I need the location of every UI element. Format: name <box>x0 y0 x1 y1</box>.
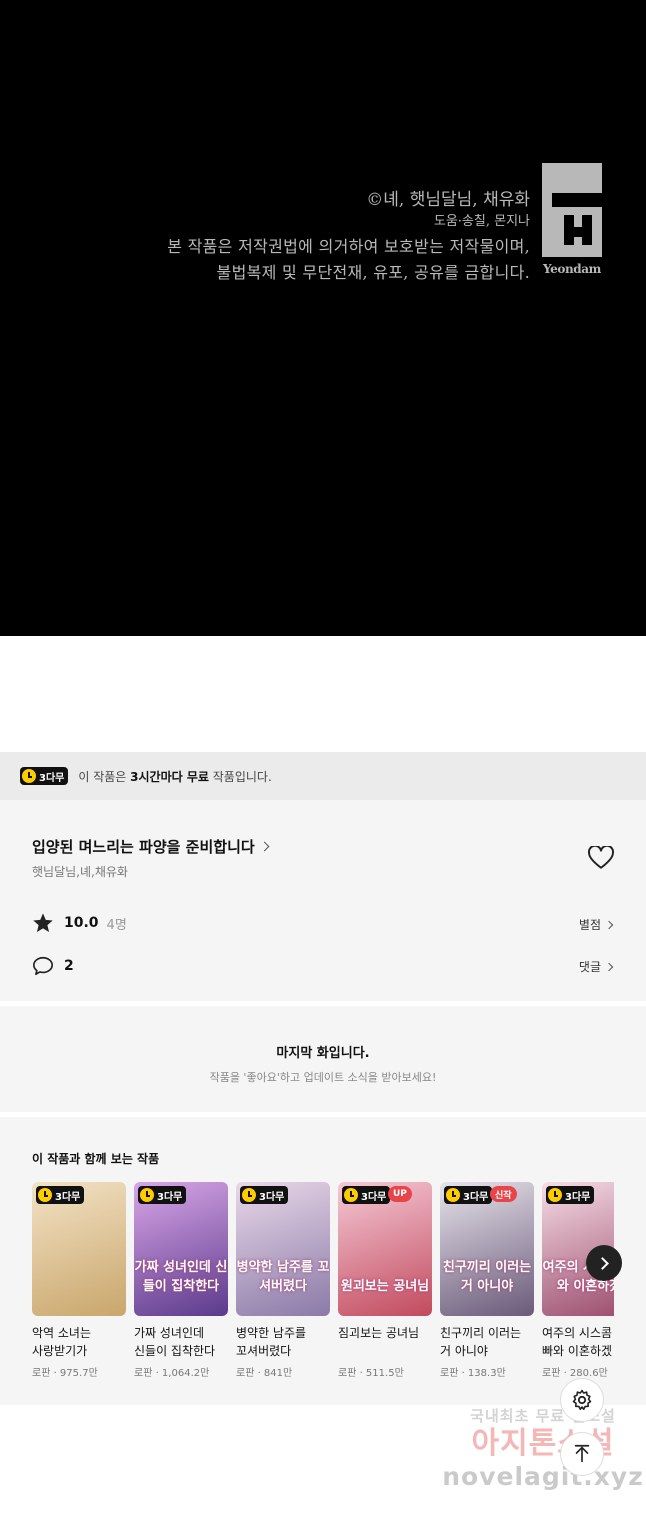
comment-icon <box>33 956 53 976</box>
last-episode-heading: 마지막 화입니다. <box>276 1046 370 1061</box>
card-meta: 로판 · 138.3만 <box>440 1368 506 1379</box>
yeondam-logo-text: Yeondam <box>543 262 601 276</box>
wait-free-badge: 3다무 <box>20 767 69 785</box>
carousel-next-button[interactable] <box>586 1245 622 1281</box>
viewer-last-page: ©녜, 햇님달님, 채유화 도움·송칠, 몬지나 본 작품은 저작권법에 의거하… <box>0 0 646 636</box>
clock-icon <box>548 1188 562 1202</box>
comments-row: 2 <box>32 955 74 977</box>
card-title: 친구끼리 이러는 거 아니야 <box>440 1326 522 1358</box>
star-icon <box>33 913 53 932</box>
wait-free-badge: 3다무 <box>444 1186 493 1204</box>
heart-icon[interactable] <box>588 846 614 870</box>
comments-link[interactable]: 댓글 <box>579 958 614 975</box>
watermark-line-2: 아지톤소설 <box>471 1426 615 1461</box>
copyright-assistants: 도움·송칠, 몬지나 <box>433 214 530 229</box>
wait-free-badge: 3다무 <box>546 1186 595 1204</box>
cover-title-art: 가짜 성녀인데 신들이 집착한다 <box>134 1260 228 1294</box>
wait-free-badge: 3다무 <box>36 1186 85 1204</box>
yeondam-logo <box>542 163 602 257</box>
wait-free-badge: 3다무 <box>342 1186 391 1204</box>
scroll-top-button[interactable] <box>560 1432 604 1476</box>
work-info-section: 입양된 며느리는 파양을 준비합니다 햇님달님,녜,채유화 10.0 4명 별점… <box>0 800 646 1001</box>
cover-thumbnail: 3다무 <box>32 1182 126 1316</box>
card-meta: 로판 · 841만 <box>236 1368 293 1379</box>
free-notice-text: 이 작품은 3시간마다 무료 작품입니다. <box>78 769 272 784</box>
watermark-line-3: novelagit.xyz <box>442 1462 644 1491</box>
status-tag: UP <box>388 1186 412 1202</box>
copyright-authors: ©녜, 햇님달님, 채유화 <box>366 190 530 210</box>
rating-count: 4명 <box>106 917 127 933</box>
clock-icon <box>446 1188 460 1202</box>
wait-free-badge: 3다무 <box>138 1186 187 1204</box>
cover-title-art: 병약한 남주를 꼬셔버렸다 <box>236 1260 330 1294</box>
card-title: 짐괴보는 공녀님 <box>338 1326 420 1340</box>
cover-thumbnail: 3다무병약한 남주를 꼬셔버렸다 <box>236 1182 330 1316</box>
status-tag: 신작 <box>490 1186 517 1202</box>
clock-icon <box>22 769 36 783</box>
card-meta: 로판 · 280.6만 <box>542 1368 608 1379</box>
recommendation-section: 이 작품과 함께 보는 작품 3다무악역 소녀는 사랑받기가 부끄러워… 로판 ·… <box>0 1117 646 1405</box>
watermark: 국내최초 무료 웹소설 아지톤소설 novelagit.xyz <box>440 1405 646 1492</box>
work-title: 입양된 며느리는 파양을 준비합니다 <box>32 838 255 856</box>
chevron-right-icon <box>595 1256 609 1270</box>
work-authors: 햇님달님,녜,채유화 <box>32 865 128 879</box>
free-notice-bar: 3다무 이 작품은 3시간마다 무료 작품입니다. <box>0 752 646 800</box>
cover-thumbnail: 3다무 UP 원괴보는 공녀님 <box>338 1182 432 1316</box>
cover-thumbnail: 3다무 신작친구끼리 이러는 거 아니야 <box>440 1182 534 1316</box>
recommendation-title: 이 작품과 함께 보는 작품 <box>32 1152 160 1166</box>
rating-row: 10.0 4명 <box>32 912 127 934</box>
clock-icon <box>242 1188 256 1202</box>
rating-link[interactable]: 별점 <box>579 916 614 933</box>
last-episode-section: 마지막 화입니다. 작품을 '좋아요'하고 업데이트 소식을 받아보세요! <box>0 1006 646 1112</box>
card-meta: 로판 · 1,064.2만 <box>134 1368 210 1379</box>
chevron-right-icon <box>604 962 614 971</box>
chevron-right-icon <box>259 841 270 852</box>
cover-title-art: 친구끼리 이러는 거 아니야 <box>442 1260 532 1294</box>
clock-icon <box>344 1188 358 1202</box>
card-title: 여주의 시스콤 빠와 이혼하겠 <box>542 1326 613 1358</box>
recommendation-carousel: 3다무악역 소녀는 사랑받기가 부끄러워… 로판 · 975.7만 3다무가짜 성녀… <box>32 1182 614 1392</box>
last-episode-sub: 작품을 '좋아요'하고 업데이트 소식을 받아보세요! <box>209 1071 437 1084</box>
comment-count: 2 <box>64 958 74 974</box>
recommendation-card[interactable]: 3다무 병약한 남주를 꼬셔버렸다 병약한 남주를 꼬셔버렸다 로판 · 841만 <box>236 1182 330 1379</box>
card-meta: 로판 · 511.5만 <box>338 1368 404 1379</box>
clock-icon <box>38 1188 52 1202</box>
cover-thumbnail: 3다무가짜 성녀인데 신들이 집착한다 <box>134 1182 228 1316</box>
recommendation-card[interactable]: 3다무 신작 친구끼리 이러는 거 아니야 친구끼리 이러는 거 아니야 로판 · 13… <box>440 1182 534 1379</box>
gear-icon <box>572 1389 592 1410</box>
recommendation-card[interactable]: 3다무악역 소녀는 사랑받기가 부끄러워… 로판 · 975.7만 <box>32 1182 126 1379</box>
work-title-link[interactable]: 입양된 며느리는 파양을 준비합니다 <box>32 836 270 857</box>
recommendation-card[interactable]: 3다무 UP 원괴보는 공녀님짐괴보는 공녀님로판 · 511.5만 <box>338 1182 432 1379</box>
rating-value: 10.0 <box>64 915 99 931</box>
clock-icon <box>140 1188 154 1202</box>
copyright-notice-2: 불법복제 및 무단전재, 유포, 공유를 금합니다. <box>216 263 530 282</box>
copyright-block: ©녜, 햇님달님, 채유화 도움·송칠, 몬지나 본 작품은 저작권법에 의거하… <box>167 188 530 286</box>
card-meta: 로판 · 975.7만 <box>32 1368 98 1379</box>
recommendation-card[interactable]: 3다무 가짜 성녀인데 신들이 집착한다 가짜 성녀인데 신들이 집착한다 로판 · … <box>134 1182 228 1379</box>
chevron-right-icon <box>604 920 614 929</box>
arrow-up-icon <box>574 1444 590 1463</box>
card-title: 악역 소녀는 사랑받기가 부끄러워… <box>32 1326 92 1358</box>
cover-title-art: 원괴보는 공녀님 <box>340 1279 430 1294</box>
settings-button[interactable] <box>560 1378 604 1422</box>
copyright-notice-1: 본 작품은 저작권법에 의거하여 보호받는 저작물이며, <box>167 237 530 256</box>
card-title: 병약한 남주를 꼬셔버렸다 <box>236 1326 307 1358</box>
watermark-line-1: 국내최초 무료 웹소설 <box>470 1407 616 1425</box>
wait-free-badge: 3다무 <box>240 1186 289 1204</box>
card-title: 가짜 성녀인데 신들이 집착한다 <box>134 1326 216 1358</box>
